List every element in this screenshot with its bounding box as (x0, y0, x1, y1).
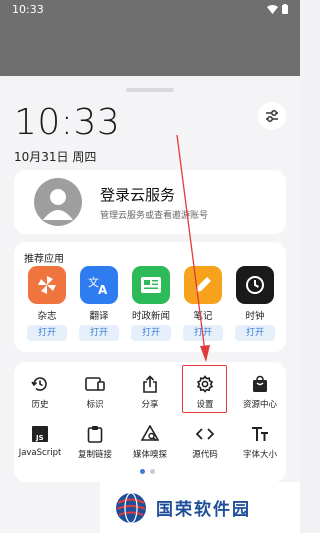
clock-icon (236, 266, 274, 304)
status-icons (267, 4, 288, 14)
sheet-handle[interactable] (126, 88, 174, 92)
tool-resource-center[interactable]: 资源中心 (236, 374, 284, 410)
watermark: 国荣软件园 (100, 482, 300, 533)
date-label: 10月31日 周四 (14, 150, 97, 164)
cloud-login-card[interactable]: 登录云服务 管理云服务或查看邀游账号 (14, 170, 286, 234)
page-dot[interactable] (150, 469, 155, 474)
tool-history[interactable]: 历史 (16, 374, 64, 410)
page-indicator (140, 469, 155, 474)
toggle-settings-button[interactable] (258, 102, 286, 130)
tool-label: 媒体嗅探 (132, 450, 167, 460)
wifi-icon (267, 4, 278, 14)
user-icon (43, 189, 73, 220)
js-icon: JS (16, 424, 64, 444)
bag-icon (236, 374, 284, 394)
app-label: 笔记 (193, 311, 213, 322)
tool-source-code[interactable]: 源代码 (181, 424, 229, 460)
app-magazine[interactable]: 杂志 打开 (24, 266, 70, 341)
open-button[interactable]: 打开 (27, 325, 67, 341)
login-subtitle: 管理云服务或查看邀游账号 (100, 211, 209, 221)
tool-marker[interactable]: 标识 (71, 374, 119, 410)
page-dot-active[interactable] (140, 469, 145, 474)
svg-text:JS: JS (35, 434, 44, 442)
app-label: 时钟 (245, 311, 265, 322)
login-title: 登录云服务 (100, 186, 176, 204)
tool-label: 资源中心 (242, 400, 277, 410)
battery-icon (282, 4, 288, 14)
app-label: 杂志 (37, 311, 57, 322)
tool-media-sniff[interactable]: 媒体嗅探 (126, 424, 174, 460)
media-sniff-icon (126, 424, 174, 444)
code-icon (181, 424, 229, 444)
open-button[interactable]: 打开 (183, 325, 223, 341)
recommended-title: 推荐应用 (24, 254, 64, 265)
tool-label: 复制链接 (77, 450, 112, 460)
status-bar: 10:33 (0, 0, 300, 18)
history-icon (16, 374, 64, 394)
svg-text:A: A (98, 283, 108, 296)
tool-label: 标识 (86, 400, 104, 410)
settings-highlight-box (182, 365, 227, 413)
open-button[interactable]: 打开 (131, 325, 171, 341)
tool-copy-link[interactable]: 复制链接 (71, 424, 119, 460)
clipboard-icon (71, 424, 119, 444)
status-time: 10:33 (12, 2, 44, 16)
marker-icon (71, 374, 119, 394)
app-label: 时政新闻 (131, 311, 170, 322)
sliders-icon (266, 110, 278, 122)
app-translate[interactable]: 文A 翻译 打开 (76, 266, 122, 341)
magazine-icon (28, 266, 66, 304)
tools-card: 历史 标识 分享 设置 资源中心 JS JavaScript 复制链接 媒体嗅探… (14, 362, 286, 482)
font-size-icon (236, 424, 284, 444)
tool-share[interactable]: 分享 (126, 374, 174, 410)
tool-javascript[interactable]: JS JavaScript (16, 424, 64, 458)
tool-label: JavaScript (18, 448, 62, 458)
globe-logo-icon (116, 491, 146, 524)
tool-label: 源代码 (192, 450, 218, 460)
open-button[interactable]: 打开 (235, 325, 275, 341)
app-clock[interactable]: 时钟 打开 (232, 266, 278, 341)
news-icon (132, 266, 170, 304)
watermark-text: 国荣软件园 (156, 500, 251, 520)
translate-icon: 文A (80, 266, 118, 304)
app-label: 翻译 (89, 311, 109, 322)
app-notes[interactable]: 笔记 打开 (180, 266, 226, 341)
avatar (34, 178, 82, 226)
recommended-apps-card: 推荐应用 杂志 打开 文A 翻译 打开 时政新闻 打开 笔记 打开 时钟 打开 (14, 242, 286, 352)
clock-time: 10:33 (14, 102, 121, 143)
tool-label: 字体大小 (242, 450, 277, 460)
share-icon (126, 374, 174, 394)
tool-label: 历史 (31, 400, 49, 410)
open-button[interactable]: 打开 (79, 325, 119, 341)
app-news[interactable]: 时政新闻 打开 (128, 266, 174, 341)
notes-icon (184, 266, 222, 304)
tool-font-size[interactable]: 字体大小 (236, 424, 284, 460)
tool-label: 分享 (141, 400, 159, 410)
